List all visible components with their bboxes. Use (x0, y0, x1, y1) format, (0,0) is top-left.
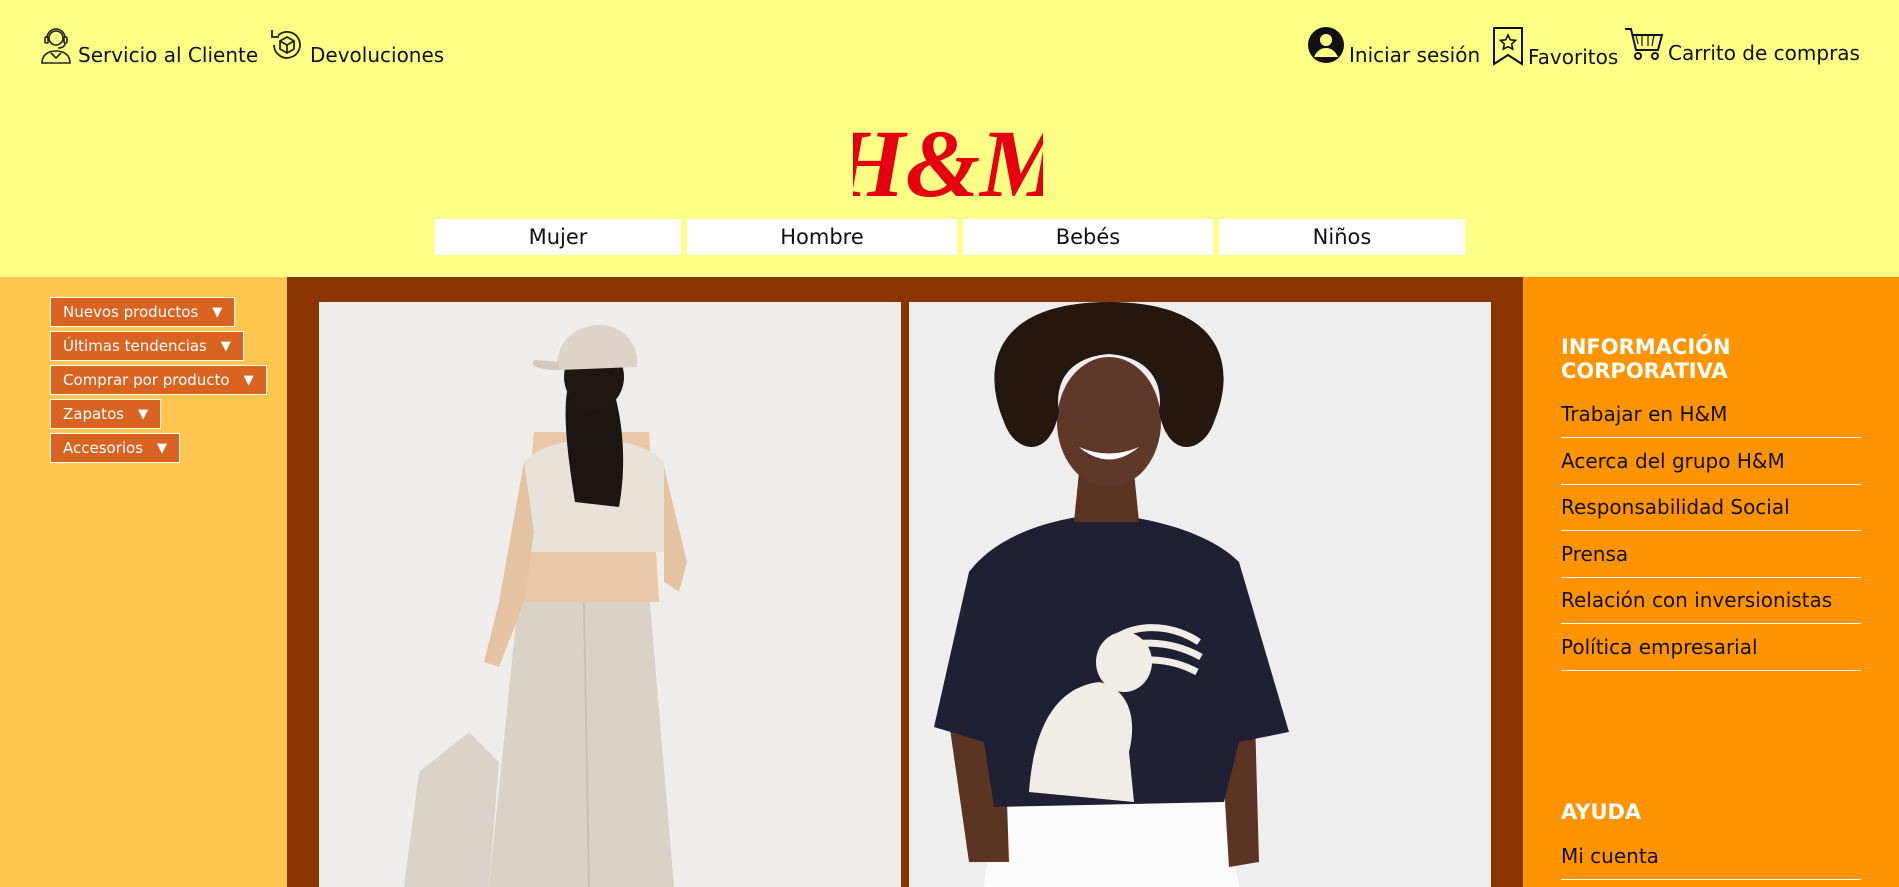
customer-service-icon (38, 26, 74, 69)
corporate-link-work[interactable]: Trabajar en H&M (1561, 391, 1861, 438)
site-header: Servicio al Cliente Devoluciones Iniciar… (0, 0, 1899, 277)
favorites-label: Favoritos (1528, 45, 1619, 69)
cart-link[interactable]: Carrito de compras (1624, 26, 1860, 67)
category-latest-trends[interactable]: Últimas tendencias ▼ (50, 331, 244, 361)
category-label: Últimas tendencias (63, 337, 207, 355)
category-label: Accesorios (63, 439, 144, 457)
dropdown-arrow-icon: ▼ (212, 304, 223, 320)
dropdown-arrow-icon: ▼ (157, 440, 168, 456)
favorites-link[interactable]: Favoritos (1492, 26, 1618, 71)
category-label: Nuevos productos (63, 303, 199, 321)
user-icon (1307, 26, 1345, 69)
brand-logo[interactable]: H&M (853, 116, 1043, 208)
category-label: Zapatos (63, 405, 125, 423)
category-label: Comprar por producto (63, 371, 230, 389)
login-link[interactable]: Iniciar sesión (1307, 26, 1480, 69)
login-label: Iniciar sesión (1349, 43, 1481, 67)
info-sidebar: INFORMACIÓN CORPORATIVA Trabajar en H&M … (1523, 277, 1899, 887)
corporate-link-investors[interactable]: Relación con inversionistas (1561, 577, 1861, 624)
dropdown-arrow-icon: ▼ (138, 406, 149, 422)
product-image-navy-tshirt[interactable] (909, 302, 1491, 887)
category-sidebar: Nuevos productos ▼ Últimas tendencias ▼ … (0, 277, 287, 887)
category-new-products[interactable]: Nuevos productos ▼ (50, 297, 236, 327)
product-image-beige-outfit[interactable] (319, 302, 901, 887)
category-accessories[interactable]: Accesorios ▼ (50, 433, 181, 463)
nav-hombre[interactable]: Hombre (687, 219, 957, 255)
dropdown-arrow-icon: ▼ (243, 372, 254, 388)
nav-ninos[interactable]: Niños (1219, 219, 1465, 255)
help-heading: AYUDA (1561, 800, 1642, 824)
corporate-link-press[interactable]: Prensa (1561, 531, 1861, 578)
returns-icon (268, 26, 306, 69)
main-nav: Mujer Hombre Bebés Niños (435, 219, 1471, 255)
corporate-link-policy[interactable]: Política empresarial (1561, 624, 1861, 671)
favorites-bookmark-icon (1492, 26, 1524, 71)
corporate-link-responsibility[interactable]: Responsabilidad Social (1561, 484, 1861, 531)
cart-icon (1624, 26, 1664, 67)
returns-label: Devoluciones (310, 43, 445, 67)
main-content (287, 277, 1523, 887)
corporate-link-about[interactable]: Acerca del grupo H&M (1561, 438, 1861, 485)
hm-logo-graphic: H&M (853, 116, 1043, 208)
customer-service-link[interactable]: Servicio al Cliente (38, 26, 258, 69)
model-beige-illustration (319, 302, 901, 887)
corporate-info-heading: INFORMACIÓN CORPORATIVA (1561, 335, 1731, 383)
cart-label: Carrito de compras (1668, 41, 1860, 65)
category-shop-by-product[interactable]: Comprar por producto ▼ (50, 365, 267, 395)
category-shoes[interactable]: Zapatos ▼ (50, 399, 162, 429)
returns-link[interactable]: Devoluciones (268, 26, 444, 69)
customer-service-label: Servicio al Cliente (78, 43, 259, 67)
model-navy-tshirt-illustration (909, 302, 1491, 887)
help-link-account[interactable]: Mi cuenta (1561, 833, 1861, 880)
dropdown-arrow-icon: ▼ (220, 338, 231, 354)
logo-text: H&M (853, 116, 1043, 208)
nav-bebes[interactable]: Bebés (963, 219, 1213, 255)
nav-mujer[interactable]: Mujer (435, 219, 681, 255)
